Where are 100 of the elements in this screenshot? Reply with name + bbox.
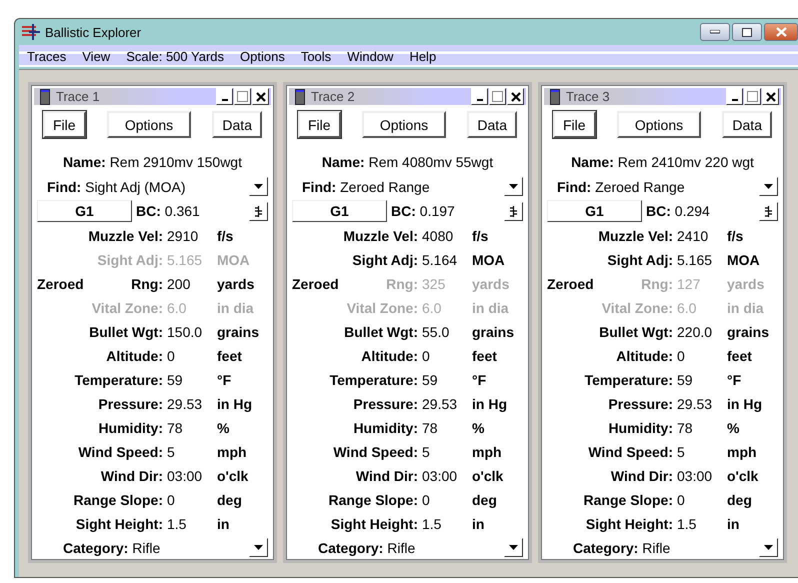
field-value[interactable]: 03:00 (422, 468, 472, 484)
field-value[interactable]: 78 (167, 420, 217, 436)
dropdown-arrow-icon (764, 184, 773, 190)
field-value[interactable]: 5 (167, 444, 217, 460)
field-value[interactable]: 78 (422, 420, 472, 436)
bc-label: BC: (646, 203, 671, 220)
find-value[interactable]: Sight Adj (MOA) (85, 178, 186, 195)
menu-item[interactable]: Scale: 500 Yards (118, 48, 232, 64)
field-value[interactable]: 78 (677, 420, 727, 436)
category-label: Category: (573, 540, 638, 556)
field-label: Rng: (386, 276, 418, 292)
field-value[interactable]: 0 (167, 492, 217, 508)
maximize-button[interactable] (732, 23, 762, 41)
category-value[interactable]: Rifle (387, 540, 416, 556)
unit-label: feet (217, 348, 243, 364)
field-value[interactable]: 59 (422, 372, 472, 388)
unit-label: mph (217, 444, 248, 460)
find-value[interactable]: Zeroed Range (595, 178, 685, 195)
model-button[interactable]: G1 (37, 200, 132, 222)
field-value[interactable]: 55.0 (422, 324, 472, 340)
unit-label: o'clk (472, 468, 504, 484)
minimize-button[interactable] (700, 23, 730, 41)
bc-value[interactable]: 0.294 (674, 203, 710, 220)
menu-item[interactable]: View (74, 48, 118, 64)
category-label: Category: (318, 540, 384, 556)
minimize-icon (732, 99, 738, 101)
field-value[interactable]: 59 (167, 372, 217, 388)
name-value[interactable]: Rem 2410mv 220 wgt (618, 154, 754, 170)
field-value[interactable]: 5 (422, 444, 472, 460)
field-value[interactable]: 0 (167, 348, 217, 364)
unit-label: in Hg (217, 396, 253, 412)
toolbar-button[interactable]: File (43, 111, 86, 138)
toolbar-button[interactable]: Options (616, 111, 702, 138)
field-label: Temperature: (584, 372, 673, 388)
toolbar-button[interactable]: Options (362, 111, 446, 138)
field-value[interactable]: 0 (422, 348, 472, 364)
toolbar-button[interactable]: Options (106, 111, 192, 138)
name-label: Name: (63, 154, 106, 170)
field-value[interactable]: 03:00 (167, 468, 217, 484)
field-value[interactable]: 0 (677, 492, 727, 508)
toolbar-button[interactable]: File (298, 111, 341, 138)
find-value[interactable]: Zeroed Range (340, 178, 430, 195)
field-value[interactable]: 0 (422, 492, 472, 508)
field-label: Wind Dir: (610, 468, 673, 484)
field-value[interactable]: 4080 (422, 228, 472, 244)
menu-item[interactable]: Tools (292, 48, 340, 64)
dropdown-arrow-icon (764, 545, 773, 550)
bc-value[interactable]: 0.361 (164, 203, 200, 220)
field-value[interactable]: 29.53 (167, 396, 217, 412)
field-label: Pressure: (98, 396, 163, 412)
model-button[interactable]: G1 (547, 200, 642, 222)
close-icon (766, 92, 776, 102)
dropdown-arrow-icon (509, 184, 518, 190)
window-icon (550, 88, 560, 104)
unit-label: % (727, 420, 740, 436)
field-value[interactable]: 2410 (677, 228, 727, 244)
dropdown-arrow-icon (254, 545, 263, 550)
maximize-icon (747, 91, 758, 102)
maximize-icon (492, 91, 503, 102)
name-value[interactable]: Rem 4080mv 55wgt (368, 154, 494, 170)
field-value[interactable]: 5.165 (677, 252, 727, 268)
field-value[interactable]: 220.0 (677, 324, 727, 340)
name-value[interactable]: Rem 2910mv 150wgt (110, 154, 242, 170)
model-button[interactable]: G1 (292, 200, 387, 222)
field-label: Vital Zone: (92, 300, 163, 316)
field-value[interactable]: 29.53 (677, 396, 727, 412)
unit-label: °F (217, 372, 232, 388)
field-value[interactable]: 29.53 (422, 396, 472, 412)
toolbar-button[interactable]: Data (722, 111, 772, 138)
menu-item[interactable]: Options (232, 48, 293, 64)
name-label: Name: (322, 154, 365, 170)
field-value[interactable]: 5 (677, 444, 727, 460)
field-value[interactable]: 200 (167, 276, 217, 292)
toolbar-button[interactable]: Data (467, 111, 517, 138)
field-value[interactable]: 59 (677, 372, 727, 388)
category-value[interactable]: Rifle (642, 540, 670, 556)
field-label: Temperature: (74, 372, 163, 388)
menu-item[interactable]: Help (401, 48, 444, 64)
field-label: Sight Adj: (607, 252, 673, 268)
category-value[interactable]: Rifle (132, 540, 160, 556)
toolbar-button[interactable]: Data (212, 111, 262, 138)
unit-label: in Hg (472, 396, 508, 412)
field-value[interactable]: 03:00 (677, 468, 727, 484)
field-value[interactable]: 1.5 (422, 516, 472, 532)
field-value[interactable]: 5.164 (422, 252, 472, 268)
field-value[interactable]: 150.0 (167, 324, 217, 340)
field-label: Range Slope: (74, 492, 163, 508)
field-label: Sight Height: (76, 516, 163, 532)
field-value[interactable]: 0 (677, 348, 727, 364)
close-icon (776, 27, 786, 37)
field-value[interactable]: 2910 (167, 228, 217, 244)
toolbar-button[interactable]: File (553, 111, 596, 138)
field-value[interactable]: 1.5 (677, 516, 727, 532)
field-label: Altitude: (616, 348, 673, 364)
menu-item[interactable]: Window (339, 48, 402, 64)
field-value[interactable]: 1.5 (167, 516, 217, 532)
bc-value[interactable]: 0.197 (420, 203, 455, 220)
window-title: Ballistic Explorer (45, 24, 142, 40)
menu-item[interactable]: Traces (19, 48, 74, 64)
field-label: Wind Dir: (100, 468, 163, 484)
